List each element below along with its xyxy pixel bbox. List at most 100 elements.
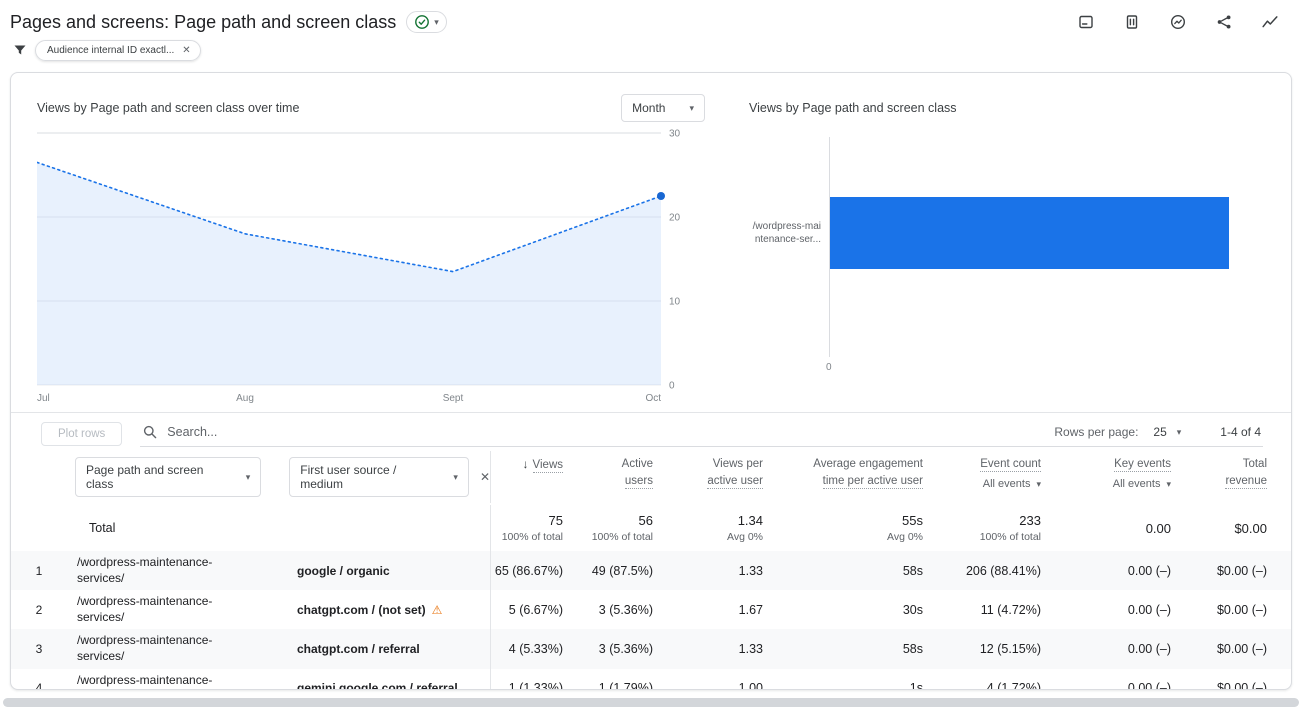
svg-text:Aug: Aug bbox=[236, 393, 254, 404]
chevron-down-icon: ▾ bbox=[689, 102, 694, 113]
cell-key-events: 0.00 (–) bbox=[1127, 641, 1171, 656]
page-path-cell: /wordpress-maintenance-services/ bbox=[77, 555, 213, 585]
filter-icon bbox=[14, 45, 26, 55]
svg-text:30: 30 bbox=[669, 129, 681, 140]
bar-chart-header: Views by Page path and screen class bbox=[749, 93, 1261, 123]
remove-dimension-button[interactable]: ✕ bbox=[480, 470, 490, 484]
granularity-select[interactable]: Month ▾ bbox=[621, 94, 705, 122]
cell-views: 4 (5.33%) bbox=[508, 641, 563, 656]
column-header-avg-engagement-time[interactable]: Average engagement time per active user bbox=[763, 451, 923, 489]
total-key-events: 0.00 bbox=[1145, 520, 1171, 536]
table-body: 1/wordpress-maintenance-services/google … bbox=[11, 551, 1291, 690]
warning-icon: ⚠ bbox=[431, 602, 443, 617]
filter-chip[interactable]: Audience internal ID exactl... ✕ bbox=[35, 39, 201, 61]
share-icon bbox=[1217, 15, 1231, 29]
card-icon bbox=[1079, 15, 1093, 29]
source-medium-cell: gemini.google.com / referral bbox=[257, 668, 491, 689]
line-chart-plot[interactable]: 0 10 20 30 Jul Aug Sept Oct bbox=[37, 127, 701, 407]
scrollbar-thumb[interactable] bbox=[3, 698, 1299, 707]
ga-pages-screens-report: Pages and screens: Page path and screen … bbox=[0, 0, 1302, 690]
cell-views-per-active-user: 1.00 bbox=[738, 681, 763, 690]
views-bar[interactable] bbox=[830, 197, 1230, 269]
summary-card-button[interactable] bbox=[1076, 12, 1096, 32]
table-header-row: Page path and screen class ▾ First user … bbox=[11, 451, 1291, 503]
toolbar-icons bbox=[1076, 12, 1286, 32]
report-header: Pages and screens: Page path and screen … bbox=[0, 0, 1302, 36]
horizontal-scrollbar[interactable] bbox=[3, 698, 1299, 707]
total-event-count: 233 100% of total bbox=[979, 513, 1041, 543]
secondary-dimension-select[interactable]: First user source / medium ▾ bbox=[289, 457, 469, 497]
cell-total-revenue: $0.00 (–) bbox=[1216, 681, 1267, 690]
bar-chart-plot: /wordpress-mai ntenance-ser... 0 bbox=[749, 137, 1261, 373]
report-status-pill[interactable]: ▾ bbox=[406, 11, 447, 33]
rows-per-page-select[interactable]: 25 ▾ bbox=[1153, 425, 1181, 439]
bar-chart-title: Views by Page path and screen class bbox=[749, 101, 957, 115]
cell-views: 1 (1.33%) bbox=[508, 681, 563, 690]
chevron-down-icon: ▾ bbox=[1176, 426, 1182, 437]
svg-text:Oct: Oct bbox=[645, 393, 661, 404]
insights-icon bbox=[1170, 14, 1186, 30]
column-header-active-users[interactable]: Active users bbox=[563, 451, 653, 489]
page-path-cell: /wordpress-maintenance-services/ bbox=[77, 633, 213, 663]
column-header-event-count[interactable]: Event count All events ▾ bbox=[923, 451, 1041, 493]
views-bar-chart: Views by Page path and screen class /wor… bbox=[749, 93, 1261, 408]
svg-text:Jul: Jul bbox=[37, 393, 50, 404]
source-medium-cell: google / organic bbox=[257, 551, 491, 591]
total-total-revenue: $0.00 bbox=[1234, 520, 1267, 536]
close-icon[interactable]: ✕ bbox=[182, 45, 190, 56]
cell-key-events: 0.00 (–) bbox=[1127, 602, 1171, 617]
cell-avg-engagement-time: 1s bbox=[909, 681, 923, 690]
trend-icon bbox=[1262, 16, 1278, 28]
share-button[interactable] bbox=[1214, 12, 1234, 32]
table-row[interactable]: 2/wordpress-maintenance-services/chatgpt… bbox=[11, 590, 1291, 630]
comparison-button[interactable] bbox=[1122, 12, 1142, 32]
filter-chip-label: Audience internal ID exactl... bbox=[47, 44, 175, 56]
svg-text:20: 20 bbox=[669, 213, 681, 224]
column-header-key-events[interactable]: Key events All events ▾ bbox=[1041, 451, 1171, 493]
column-header-total-revenue[interactable]: Total revenue bbox=[1171, 451, 1291, 489]
svg-text:10: 10 bbox=[669, 297, 681, 308]
plot-rows-button[interactable]: Plot rows bbox=[41, 422, 123, 446]
charts-section: Views by Page path and screen class over… bbox=[11, 73, 1291, 412]
search-icon bbox=[144, 425, 157, 439]
column-header-views[interactable]: ↓ Views bbox=[491, 451, 563, 474]
search-input[interactable] bbox=[167, 425, 1046, 439]
row-number: 1 bbox=[35, 563, 43, 578]
primary-dimension-select[interactable]: Page path and screen class ▾ bbox=[75, 457, 262, 497]
cell-views-per-active-user: 1.33 bbox=[738, 641, 763, 656]
cell-active-users: 49 (87.5%) bbox=[591, 563, 653, 578]
total-avg-engagement-time: 55s Avg 0% bbox=[887, 513, 923, 543]
chevron-down-icon: ▾ bbox=[245, 471, 251, 482]
cell-views-per-active-user: 1.33 bbox=[738, 563, 763, 578]
cell-views: 5 (6.67%) bbox=[508, 602, 563, 617]
cell-active-users: 1 (1.79%) bbox=[598, 681, 653, 690]
column-header-views-per-active-user[interactable]: Views per active user bbox=[653, 451, 763, 489]
explore-button[interactable] bbox=[1260, 12, 1280, 32]
total-views: 75 100% of total bbox=[501, 513, 563, 543]
report-title-wrap: Pages and screens: Page path and screen … bbox=[10, 11, 447, 33]
cell-event-count: 11 (4.72%) bbox=[980, 602, 1041, 617]
table-row[interactable]: 3/wordpress-maintenance-services/chatgpt… bbox=[11, 629, 1291, 669]
cell-event-count: 206 (88.41%) bbox=[965, 563, 1041, 578]
insights-button[interactable] bbox=[1168, 12, 1188, 32]
table-row[interactable]: 4/wordpress-maintenance-services/gemini.… bbox=[11, 668, 1291, 690]
chevron-down-icon: ▾ bbox=[453, 471, 458, 482]
filter-bar: Audience internal ID exactl... ✕ bbox=[0, 36, 1302, 64]
data-table: Page path and screen class ▾ First user … bbox=[11, 447, 1291, 690]
secondary-dimension-wrap: First user source / medium ▾ ✕ bbox=[289, 457, 490, 497]
table-section: Plot rows Rows per page: 25 ▾ 1-4 of 4 bbox=[11, 412, 1291, 690]
cell-avg-engagement-time: 58s bbox=[902, 563, 923, 578]
bar-plot-area: 0 bbox=[826, 137, 1261, 373]
page-path-cell: /wordpress-maintenance-services/ bbox=[77, 594, 213, 624]
source-medium-cell: chatgpt.com / referral bbox=[257, 629, 491, 669]
primary-dimension-label: Page path and screen class bbox=[86, 463, 204, 491]
cell-active-users: 3 (5.36%) bbox=[598, 602, 653, 617]
rows-per-page-label: Rows per page: bbox=[1054, 425, 1139, 439]
cell-active-users: 3 (5.36%) bbox=[598, 641, 653, 656]
column-filter-key-events[interactable]: All events ▾ bbox=[1113, 477, 1171, 493]
table-row[interactable]: 1/wordpress-maintenance-services/google … bbox=[11, 551, 1291, 591]
cell-total-revenue: $0.00 (–) bbox=[1216, 641, 1267, 656]
table-total-row: Total 75 100% of total 56 100% of total 1.34… bbox=[11, 505, 1291, 551]
bar-category-column: /wordpress-mai ntenance-ser... bbox=[749, 137, 829, 357]
column-filter-event-count[interactable]: All events ▾ bbox=[983, 477, 1041, 493]
